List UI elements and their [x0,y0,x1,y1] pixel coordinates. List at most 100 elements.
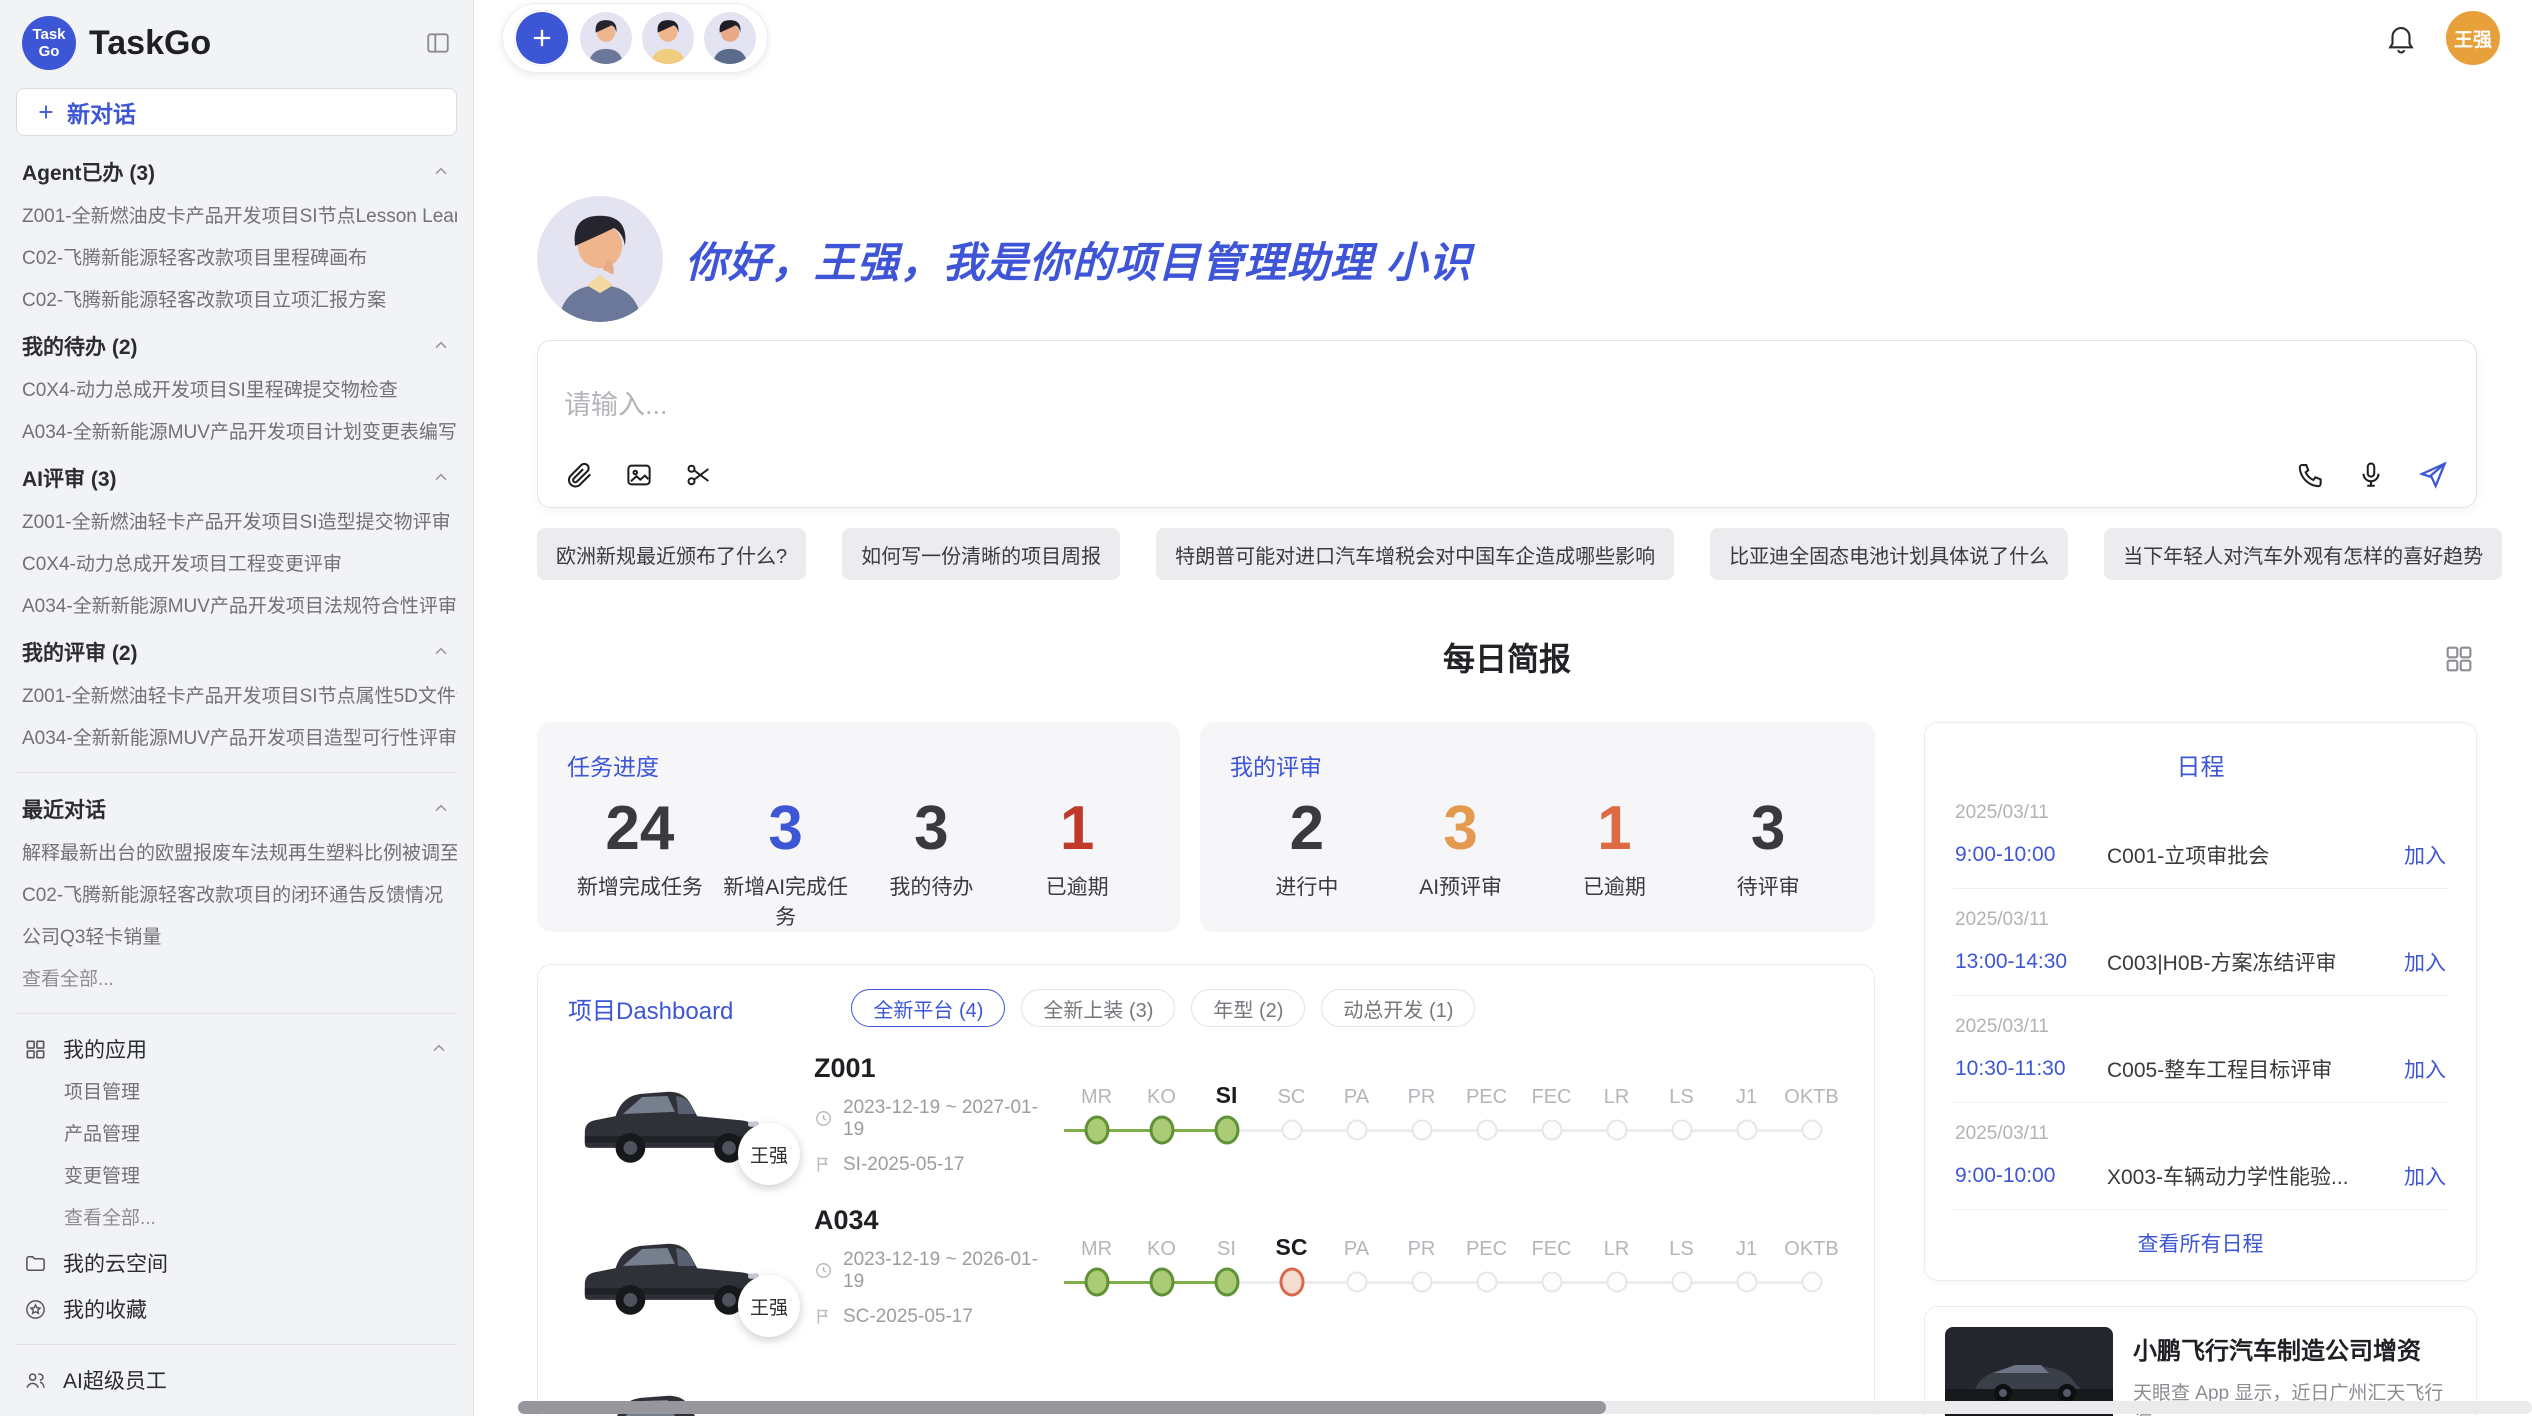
sidebar-item-image[interactable]: 帮我写作 [16,1403,457,1416]
sidebar-section-header[interactable]: 我的待办 (2) [16,322,457,370]
apps-view-all[interactable]: 查看全部... [16,1198,457,1240]
new-chat-button[interactable]: 新对话 [16,88,457,136]
microphone-icon[interactable] [2356,460,2386,490]
suggestion-chip[interactable]: 如何写一份清晰的项目周报 [842,528,1120,580]
member-avatar[interactable] [580,12,632,64]
milestone-label: KO [1147,1077,1176,1109]
news-title: 小鹏飞行汽车制造公司增资 [2133,1331,2456,1366]
schedule-event: 2025/03/11 9:00-10:00 X003-车辆动力学性能验... 加… [1953,1103,2448,1210]
sidebar-item[interactable]: Z001-全新燃油轻卡产品开发项目SI造型提交物评审 [16,502,457,544]
milestone: FEC [1519,1077,1584,1151]
schedule-view-all[interactable]: 查看所有日程 [1953,1210,2448,1270]
sidebar-item[interactable]: 项目管理 [16,1072,457,1114]
project-image: 王强 [570,1203,782,1329]
horizontal-scrollbar[interactable] [518,1401,2532,1414]
milestone-dot [1801,1120,1822,1141]
sidebar-section-header[interactable]: AI评审 (3) [16,454,457,502]
sidebar-item[interactable]: C02-飞腾新能源轻客改款项目里程碑画布 [16,238,457,280]
milestone-dot [1084,1268,1109,1297]
stat-label: 新增AI完成任务 [713,871,859,931]
milestone: PA [1324,1229,1389,1303]
event-join-link[interactable]: 加入 [2404,947,2446,977]
project-date-range: 2023-12-19 ~ 2027-01-19 [843,1097,1058,1141]
sidebar-item[interactable]: Z001-全新燃油轻卡产品开发项目SI节点属性5D文件评审 [16,676,457,718]
suggestion-chip[interactable]: 欧洲新规最近颁布了什么? [537,528,806,580]
sidebar-item[interactable]: C0X4-动力总成开发项目工程变更评审 [16,544,457,586]
stat: 2 进行中 [1230,794,1384,901]
sidebar-item-people[interactable]: AI超级员工 [16,1357,457,1403]
sidebar-item[interactable]: A034-全新新能源MUV产品开发项目法规符合性评审 [16,586,457,628]
news-card[interactable]: 小鹏飞行汽车制造公司增资 天眼查 App 显示，近日广州汇天飞行汽... [1924,1306,2477,1416]
voice-call-icon[interactable] [2296,460,2326,490]
dashboard-filter[interactable]: 年型 (2) [1191,989,1305,1027]
sidebar-item[interactable]: A034-全新新能源MUV产品开发项目计划变更表编写 [16,412,457,454]
sidebar-item[interactable]: A034-全新新能源MUV产品开发项目造型可行性评审 [16,718,457,760]
user-avatar[interactable]: 王强 [2446,11,2500,65]
notification-bell-icon[interactable] [2384,21,2418,55]
sidebar-item[interactable]: C0X4-动力总成开发项目SI里程碑提交物检查 [16,370,457,412]
dashboard-filter[interactable]: 全新上装 (3) [1021,989,1175,1027]
screenshot-scissors-icon[interactable] [684,460,714,490]
recent-section-header[interactable]: 最近对话 [16,785,457,833]
schedule-card: 日程 2025/03/11 9:00-10:00 C001-立项审批会 加入 2… [1924,722,2477,1281]
attachment-icon[interactable] [564,460,594,490]
event-join-link[interactable]: 加入 [2404,1161,2446,1191]
milestone-label: FEC [1532,1229,1572,1261]
divider [16,1344,457,1345]
milestone: KO [1129,1077,1194,1151]
sidebar-item-my-apps[interactable]: 我的应用 [16,1026,457,1072]
suggestion-chip[interactable]: 比亚迪全固态电池计划具体说了什么 [1710,528,2068,580]
event-date: 2025/03/11 [1955,1016,2446,1038]
star-badge-icon [24,1298,47,1321]
event-join-link[interactable]: 加入 [2404,1054,2446,1084]
app-title: TaskGo [89,24,412,63]
sidebar-item[interactable]: 公司Q3轻卡销量 [16,917,457,959]
dashboard-filter[interactable]: 动总开发 (1) [1321,989,1475,1027]
stat: 3 我的待办 [859,794,1005,931]
dashboard-filter[interactable]: 全新平台 (4) [851,989,1005,1027]
milestone: LS [1649,1077,1714,1151]
stats-card-title: 任务进度 [567,748,1150,782]
sidebar-item[interactable]: Z001-全新燃油皮卡产品开发项目SI节点Lesson Learn报告 [16,196,457,238]
event-join-link[interactable]: 加入 [2404,840,2446,870]
send-icon[interactable] [2416,459,2448,491]
insert-image-icon[interactable] [624,460,654,490]
milestone-dot [1346,1120,1367,1141]
milestone-label: LS [1669,1229,1693,1261]
recent-view-all[interactable]: 查看全部... [16,959,457,1001]
member-avatar[interactable] [642,12,694,64]
composer-left-icons [564,460,714,490]
sidebar-section-header[interactable]: Agent已办 (3) [16,148,457,196]
project-row[interactable]: 王强 A034 2023-12-19 ~ 2026-01-19 SC-2025-… [538,1185,1874,1337]
collapse-sidebar-icon[interactable] [425,30,451,56]
sidebar-header: Task Go TaskGo [16,12,457,74]
content: 你好，王强，我是你的项目管理助理 小识 请输入... [474,0,2532,1416]
sidebar-item-star-badge[interactable]: 我的收藏 [16,1286,457,1332]
milestone-label: PA [1344,1077,1369,1109]
section-label: 我的待办 (2) [22,331,431,361]
sidebar-item[interactable]: 产品管理 [16,1114,457,1156]
sidebar-section: 我的评审 (2) Z001-全新燃油轻卡产品开发项目SI节点属性5D文件评审A0… [16,628,457,760]
sidebar-item[interactable]: 变更管理 [16,1156,457,1198]
sidebar-item[interactable]: C02-飞腾新能源轻客改款项目立项汇报方案 [16,280,457,322]
composer[interactable]: 请输入... [537,340,2477,508]
scrollbar-thumb[interactable] [518,1401,1606,1414]
sidebar-item[interactable]: 解释最新出台的欧盟报废车法规再生塑料比例被调至15%... [16,833,457,875]
milestone-dot [1541,1120,1562,1141]
milestone-dot [1149,1116,1174,1145]
project-row[interactable]: 王强 Z001 2023-12-19 ~ 2027-01-19 SI-2025-… [538,1033,1874,1185]
suggestion-chip[interactable]: 特朗普可能对进口汽车增税会对中国车企造成哪些影响 [1156,528,1674,580]
milestone-label: SI [1217,1229,1236,1261]
stat-label: 已逾期 [1538,871,1692,901]
layout-switch-icon[interactable] [2443,643,2475,675]
sidebar-item[interactable]: C02-飞腾新能源轻客改款项目的闭环通告反馈情况 [16,875,457,917]
suggestion-chip[interactable]: 当下年轻人对汽车外观有怎样的喜好趋势 [2104,528,2502,580]
stats-card-title: 我的评审 [1230,748,1845,782]
add-session-button[interactable] [514,10,570,66]
sidebar-item-folder[interactable]: 我的云空间 [16,1240,457,1286]
sidebar-section-header[interactable]: 我的评审 (2) [16,628,457,676]
stat-label: AI预评审 [1384,871,1538,901]
member-avatar[interactable] [704,12,756,64]
sidebar-row-label: 我的云空间 [63,1248,168,1278]
milestone-label: LR [1604,1229,1630,1261]
